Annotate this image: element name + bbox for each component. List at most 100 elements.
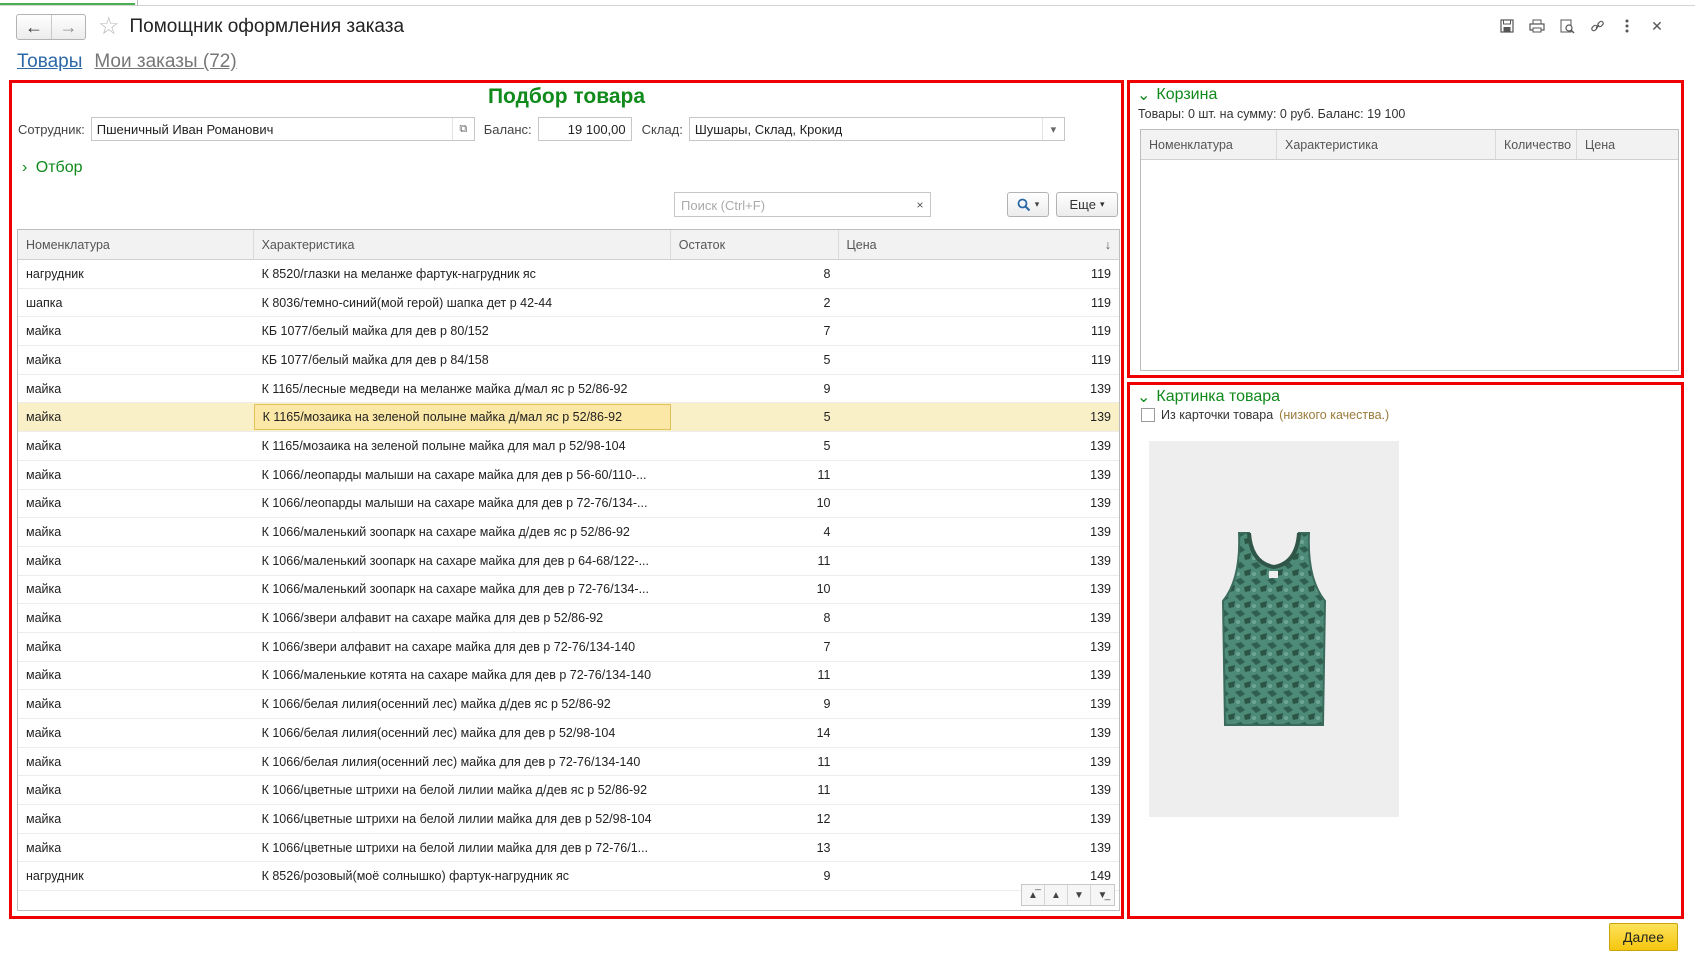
print-icon[interactable] xyxy=(1527,16,1547,36)
cell-nomenclature: нагрудник xyxy=(26,266,84,281)
cell-nomenclature: майка xyxy=(26,840,62,855)
cell-stock: 9 xyxy=(823,697,831,712)
cell-price: 139 xyxy=(1090,811,1111,826)
search-input[interactable]: Поиск (Ctrl+F) × xyxy=(674,192,931,217)
column-header[interactable]: Количество xyxy=(1496,130,1577,159)
chevron-right-icon: › xyxy=(22,159,28,176)
chevron-down-icon: ⌄ xyxy=(1137,87,1151,104)
column-header[interactable]: Остаток xyxy=(671,230,839,259)
column-header-label: Цена xyxy=(846,237,877,252)
table-row[interactable]: майка К 1066/цветные штрихи на белой лили… xyxy=(18,834,1119,863)
more-label: Еще xyxy=(1069,197,1096,212)
cell-characteristic: К 1066/маленький зоопарк на сахаре майка… xyxy=(261,553,649,568)
column-header-price[interactable]: Цена ↓ xyxy=(839,230,1119,259)
first-page-icon[interactable]: ▲̅ xyxy=(1022,885,1045,905)
navigation-group: ← → xyxy=(16,14,86,40)
cell-nomenclature: майка xyxy=(26,725,62,740)
picture-toggle[interactable]: ⌄ Картинка товара xyxy=(1137,387,1280,407)
search-placeholder: Поиск (Ctrl+F) xyxy=(681,198,766,213)
search-button[interactable]: ▾ xyxy=(1007,192,1049,217)
tab-products[interactable]: Товары xyxy=(17,51,82,73)
star-icon[interactable]: ☆ xyxy=(98,15,120,39)
table-row[interactable]: майка К 1066/цветные штрихи на белой лили… xyxy=(18,776,1119,806)
cell-characteristic: К 8036/темно-синий(мой герой) шапка дет … xyxy=(261,295,553,310)
table-row[interactable]: майка К 1066/леопарды малыши на сахаре ма… xyxy=(18,461,1119,490)
last-page-icon[interactable]: ▼̲ xyxy=(1091,885,1114,905)
close-icon[interactable]: ✕ xyxy=(1647,16,1667,36)
preview-icon[interactable] xyxy=(1557,16,1577,36)
cell-stock: 4 xyxy=(823,525,831,540)
cart-panel: ⌄ Корзина Товары: 0 шт. на сумму: 0 руб.… xyxy=(1127,80,1684,378)
cell-characteristic: К 1165/мозаика на зеленой полыне майка д… xyxy=(261,438,626,453)
search-icon xyxy=(1017,198,1030,211)
cell-characteristic: К 1066/маленький зоопарк на сахаре майка… xyxy=(261,582,649,597)
prev-page-icon[interactable]: ▲ xyxy=(1045,885,1068,905)
cart-summary: Товары: 0 шт. на сумму: 0 руб. Баланс: 1… xyxy=(1138,107,1406,121)
cell-stock: 5 xyxy=(823,438,831,453)
table-row[interactable]: майка К 1066/маленький зоопарк на сахаре … xyxy=(18,576,1119,605)
cell-characteristic: КБ 1077/белый майка для дев р 80/152 xyxy=(261,324,489,339)
cart-toggle[interactable]: ⌄ Корзина xyxy=(1137,85,1217,105)
table-row[interactable]: майка КБ 1077/белый майка для дев р 80/15… xyxy=(18,317,1119,347)
next-page-icon[interactable]: ▼ xyxy=(1068,885,1091,905)
table-row[interactable]: майка К 1066/маленький зоопарк на сахаре … xyxy=(18,518,1119,547)
more-vertical-icon[interactable] xyxy=(1617,16,1637,36)
table-row[interactable]: майка К 1066/звери алфавит на сахаре майк… xyxy=(18,604,1119,633)
cart-table: Номенклатура Характеристика Количество Ц… xyxy=(1140,129,1679,371)
cell-nomenclature: шапка xyxy=(26,295,63,310)
table-row[interactable]: шапка К 8036/темно-синий(мой герой) шапка… xyxy=(18,289,1119,318)
balance-label: Баланс: xyxy=(483,121,532,137)
more-button[interactable]: Еще ▾ xyxy=(1056,192,1118,217)
dropdown-arrow-icon[interactable]: ▾ xyxy=(1041,118,1064,140)
table-row[interactable]: майка К 1165/лесные медведи на меланже ма… xyxy=(18,375,1119,404)
filter-toggle[interactable]: › Отбор xyxy=(22,159,83,177)
column-header[interactable]: Характеристика xyxy=(254,230,671,259)
column-header[interactable]: Номенклатура xyxy=(18,230,254,259)
save-icon[interactable] xyxy=(1497,16,1517,36)
table-row[interactable]: нагрудник К 8520/глазки на меланже фартук… xyxy=(18,260,1119,289)
link-icon[interactable] xyxy=(1587,16,1607,36)
table-row[interactable]: майка КБ 1077/белый майка для дев р 84/15… xyxy=(18,346,1119,375)
column-header[interactable]: Цена xyxy=(1577,130,1678,159)
table-row[interactable]: майка К 1066/маленькие котята на сахаре м… xyxy=(18,662,1119,691)
forward-button[interactable]: → xyxy=(51,15,85,39)
employee-field[interactable]: Пшеничный Иван Романович ⧉ xyxy=(90,117,475,141)
cell-characteristic: К 1165/лесные медведи на меланже майка д… xyxy=(261,381,628,396)
cell-stock: 9 xyxy=(823,381,831,396)
cell-characteristic: К 1066/белая лилия(осенний лес) майка дл… xyxy=(261,725,616,740)
warehouse-select[interactable]: Шушары, Склад, Крокид ▾ xyxy=(688,117,1065,141)
cell-stock: 10 xyxy=(816,582,831,597)
arrow-left-icon: ← xyxy=(25,16,43,37)
products-table: Номенклатура Характеристика Остаток Цена… xyxy=(17,229,1120,911)
cell-price: 139 xyxy=(1090,582,1111,597)
cell-price: 119 xyxy=(1091,266,1111,281)
product-image xyxy=(1149,441,1399,817)
column-header[interactable]: Номенклатура xyxy=(1141,130,1277,159)
cell-price: 139 xyxy=(1090,783,1111,798)
table-row[interactable]: майка К 1066/белая лилия(осенний лес) май… xyxy=(18,719,1119,748)
table-row[interactable]: майка К 1165/мозаика на зеленой полыне ма… xyxy=(18,403,1119,433)
column-header[interactable]: Характеристика xyxy=(1277,130,1496,159)
table-row[interactable]: майка К 1066/звери алфавит на сахаре майк… xyxy=(18,633,1119,662)
table-row[interactable]: майка К 1066/леопарды малыши на сахаре ма… xyxy=(18,490,1119,519)
table-row[interactable]: нагрудник К 8526/розовый(моё солнышко) фа… xyxy=(18,862,1119,892)
table-row[interactable]: майка К 1066/белая лилия(осенний лес) май… xyxy=(18,690,1119,719)
checkbox-icon[interactable] xyxy=(1141,408,1155,422)
table-row[interactable]: майка К 1066/цветные штрихи на белой лили… xyxy=(18,805,1119,834)
table-row[interactable]: майка К 1066/белая лилия(осенний лес) май… xyxy=(18,748,1119,777)
cell-nomenclature: майка xyxy=(26,324,62,339)
table-row[interactable]: майка К 1066/маленький зоопарк на сахаре … xyxy=(18,547,1119,576)
cell-nomenclature: майка xyxy=(26,582,62,597)
back-button[interactable]: ← xyxy=(17,15,51,39)
clear-icon[interactable]: × xyxy=(910,193,930,216)
tab-divider xyxy=(137,0,138,6)
active-window-tab[interactable] xyxy=(0,0,135,5)
from-card-checkbox[interactable]: Из карточки товара (низкого качества.) xyxy=(1141,408,1389,422)
next-button[interactable]: Далее xyxy=(1609,923,1678,951)
cell-characteristic: К 1066/звери алфавит на сахаре майка для… xyxy=(261,639,636,654)
cell-price: 119 xyxy=(1091,324,1111,339)
table-header: Номенклатура Характеристика Остаток Цена… xyxy=(18,230,1119,260)
table-row[interactable]: майка К 1165/мозаика на зеленой полыне ма… xyxy=(18,432,1119,461)
open-icon[interactable]: ⧉ xyxy=(451,118,474,140)
tab-my-orders[interactable]: Мои заказы (72) xyxy=(94,51,236,73)
